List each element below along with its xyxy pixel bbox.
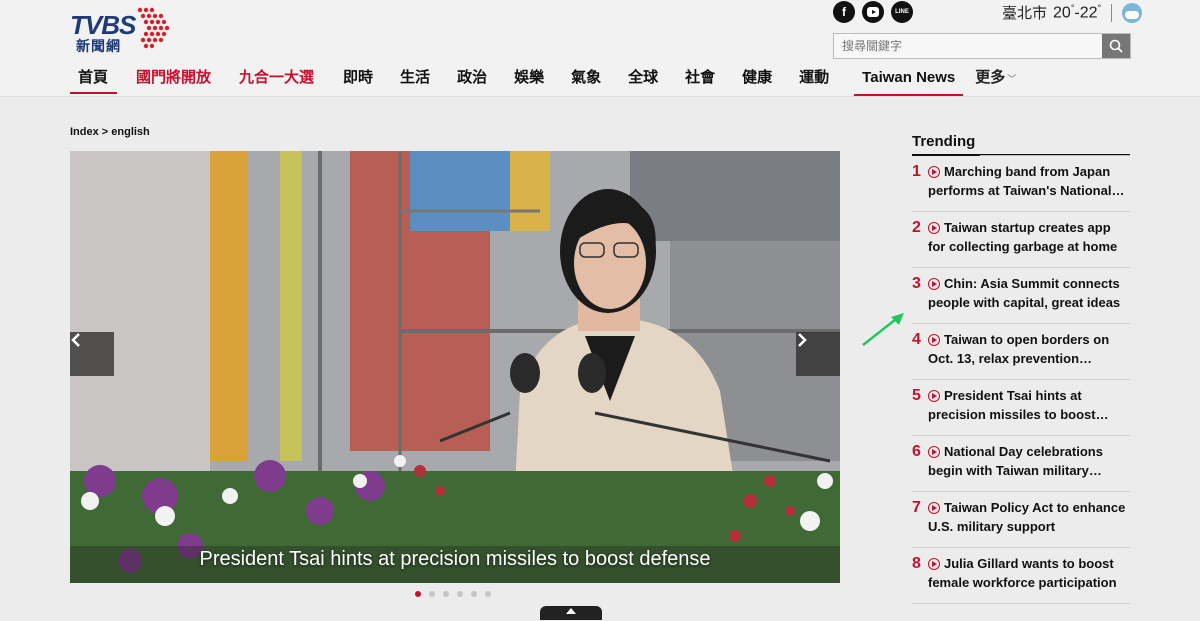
- trending-headline-text: Taiwan to open borders on Oct. 13, relax…: [928, 332, 1110, 366]
- chevron-left-icon: [71, 333, 80, 347]
- trending-headline-text: Marching band from Japan performs at Tai…: [928, 164, 1125, 198]
- facebook-icon[interactable]: f: [833, 1, 855, 23]
- trending-rank: 4: [912, 331, 921, 348]
- trending-headline-text: Julia Gillard wants to boost female work…: [928, 556, 1117, 590]
- main-nav: 首頁 國門將開放 九合一大選 即時 生活 政治 娛樂 氣象 全球 社會 健康 運…: [70, 66, 1016, 96]
- carousel-dot[interactable]: [415, 591, 421, 597]
- weather-high: 22: [1079, 4, 1098, 22]
- nav-item-realtime[interactable]: 即時: [343, 66, 373, 94]
- trending-headline-text: Chin: Asia Summit connects people with c…: [928, 276, 1121, 310]
- trending-item[interactable]: 8 Julia Gillard wants to boost female wor…: [912, 548, 1130, 604]
- chevron-up-icon: [566, 608, 576, 614]
- weather-city: 臺北市: [1002, 5, 1048, 22]
- degree-symbol: °: [1097, 2, 1102, 13]
- trending-headline: Taiwan to open borders on Oct. 13, relax…: [928, 330, 1130, 368]
- weather-divider: [1111, 3, 1113, 22]
- chevron-down-icon: ﹀: [1007, 74, 1017, 84]
- logo-sub: 新聞網: [76, 38, 121, 54]
- back-to-top-button[interactable]: [540, 606, 602, 620]
- cloud-icon: [1122, 2, 1143, 23]
- carousel-prev-button[interactable]: [70, 332, 114, 376]
- play-icon: [928, 446, 940, 458]
- trending-headline: National Day celebrations begin with Tai…: [928, 442, 1130, 480]
- nav-item-society[interactable]: 社會: [685, 66, 715, 94]
- chevron-right-icon: [798, 333, 807, 347]
- carousel-next-button[interactable]: [796, 332, 840, 376]
- trending-item[interactable]: 5 President Tsai hints at precision missi…: [912, 380, 1130, 436]
- line-icon[interactable]: LINE: [891, 1, 913, 23]
- nav-item-global[interactable]: 全球: [628, 66, 658, 94]
- trending-headline: Marching band from Japan performs at Tai…: [928, 162, 1130, 200]
- hero-image: [70, 151, 840, 583]
- youtube-icon[interactable]: [862, 1, 884, 23]
- play-icon: [928, 390, 940, 402]
- trending-title: Trending: [912, 133, 1130, 156]
- nav-item-health[interactable]: 健康: [742, 66, 772, 94]
- hero-carousel[interactable]: President Tsai hints at precision missil…: [70, 151, 840, 583]
- annotation-arrow-icon: [862, 313, 904, 346]
- carousel-dot[interactable]: [485, 591, 491, 597]
- social-links: f LINE: [833, 1, 913, 23]
- play-icon: [928, 278, 940, 290]
- nav-more-label: 更多: [975, 69, 1006, 86]
- play-icon: [928, 502, 940, 514]
- trending-item[interactable]: 6 National Day celebrations begin with Ta…: [912, 436, 1130, 492]
- play-icon: [928, 558, 940, 570]
- nav-item-weather[interactable]: 氣象: [571, 66, 601, 94]
- trending-rank: 2: [912, 219, 921, 236]
- search-icon: [1109, 39, 1123, 53]
- carousel-dot[interactable]: [457, 591, 463, 597]
- play-icon: [928, 334, 940, 346]
- trending-rank: 6: [912, 443, 921, 460]
- play-icon: [928, 166, 940, 178]
- nav-item-life[interactable]: 生活: [400, 66, 430, 94]
- trending-headline: Taiwan startup creates app for collectin…: [928, 218, 1130, 256]
- carousel-dot[interactable]: [443, 591, 449, 597]
- trending-rank: 3: [912, 275, 921, 292]
- trending-rank: 7: [912, 499, 921, 516]
- site-header: TVBS 新聞網 f LINE 臺北市 20°-22° 搜尋關鍵字 首頁 國門將…: [0, 0, 1200, 97]
- trending-panel: Trending 1 Marching band from Japan perfo…: [912, 133, 1130, 604]
- trending-headline: President Tsai hints at precision missil…: [928, 386, 1130, 424]
- carousel-dot[interactable]: [471, 591, 477, 597]
- trending-rank: 8: [912, 555, 921, 572]
- play-icon: [928, 222, 940, 234]
- trending-item[interactable]: 2 Taiwan startup creates app for collecti…: [912, 212, 1130, 268]
- logo-dots-icon: [137, 7, 170, 49]
- weather-temperature: 20°-22°: [1053, 3, 1101, 22]
- weather-widget[interactable]: 臺北市 20°-22°: [1002, 2, 1143, 23]
- trending-item[interactable]: 4 Taiwan to open borders on Oct. 13, rela…: [912, 324, 1130, 380]
- carousel-pagination: [415, 591, 491, 597]
- trending-rank: 5: [912, 387, 921, 404]
- nav-item-entertainment[interactable]: 娛樂: [514, 66, 544, 94]
- weather-low: 20: [1053, 4, 1071, 22]
- trending-headline-text: President Tsai hints at precision missil…: [928, 388, 1109, 422]
- trending-headline-text: Taiwan Policy Act to enhance U.S. milita…: [928, 500, 1126, 534]
- carousel-dot[interactable]: [429, 591, 435, 597]
- trending-headline-text: Taiwan startup creates app for collectin…: [928, 220, 1118, 254]
- nav-item-border-opening[interactable]: 國門將開放: [136, 66, 211, 94]
- breadcrumb[interactable]: Index > english: [70, 126, 150, 138]
- trending-headline: Taiwan Policy Act to enhance U.S. milita…: [928, 498, 1130, 536]
- carousel-caption[interactable]: President Tsai hints at precision missil…: [70, 548, 840, 571]
- search-box: [833, 33, 1131, 59]
- nav-item-election[interactable]: 九合一大選: [239, 66, 314, 94]
- trending-headline-text: National Day celebrations begin with Tai…: [928, 444, 1103, 478]
- nav-item-sports[interactable]: 運動: [799, 66, 829, 94]
- search-input[interactable]: [834, 34, 1102, 58]
- trending-headline: Julia Gillard wants to boost female work…: [928, 554, 1130, 592]
- trending-item[interactable]: 3 Chin: Asia Summit connects people with …: [912, 268, 1130, 324]
- nav-item-more[interactable]: 更多 ﹀: [975, 66, 1016, 94]
- trending-headline: Chin: Asia Summit connects people with c…: [928, 274, 1130, 312]
- trending-item[interactable]: 7 Taiwan Policy Act to enhance U.S. milit…: [912, 492, 1130, 548]
- nav-item-home[interactable]: 首頁: [70, 66, 117, 94]
- nav-item-taiwan-news[interactable]: Taiwan News: [854, 66, 964, 96]
- search-button[interactable]: [1102, 34, 1130, 58]
- trending-rank: 1: [912, 163, 921, 180]
- trending-item[interactable]: 1 Marching band from Japan performs at Ta…: [912, 156, 1130, 212]
- tvbs-logo[interactable]: TVBS 新聞網: [70, 6, 170, 56]
- nav-item-politics[interactable]: 政治: [457, 66, 487, 94]
